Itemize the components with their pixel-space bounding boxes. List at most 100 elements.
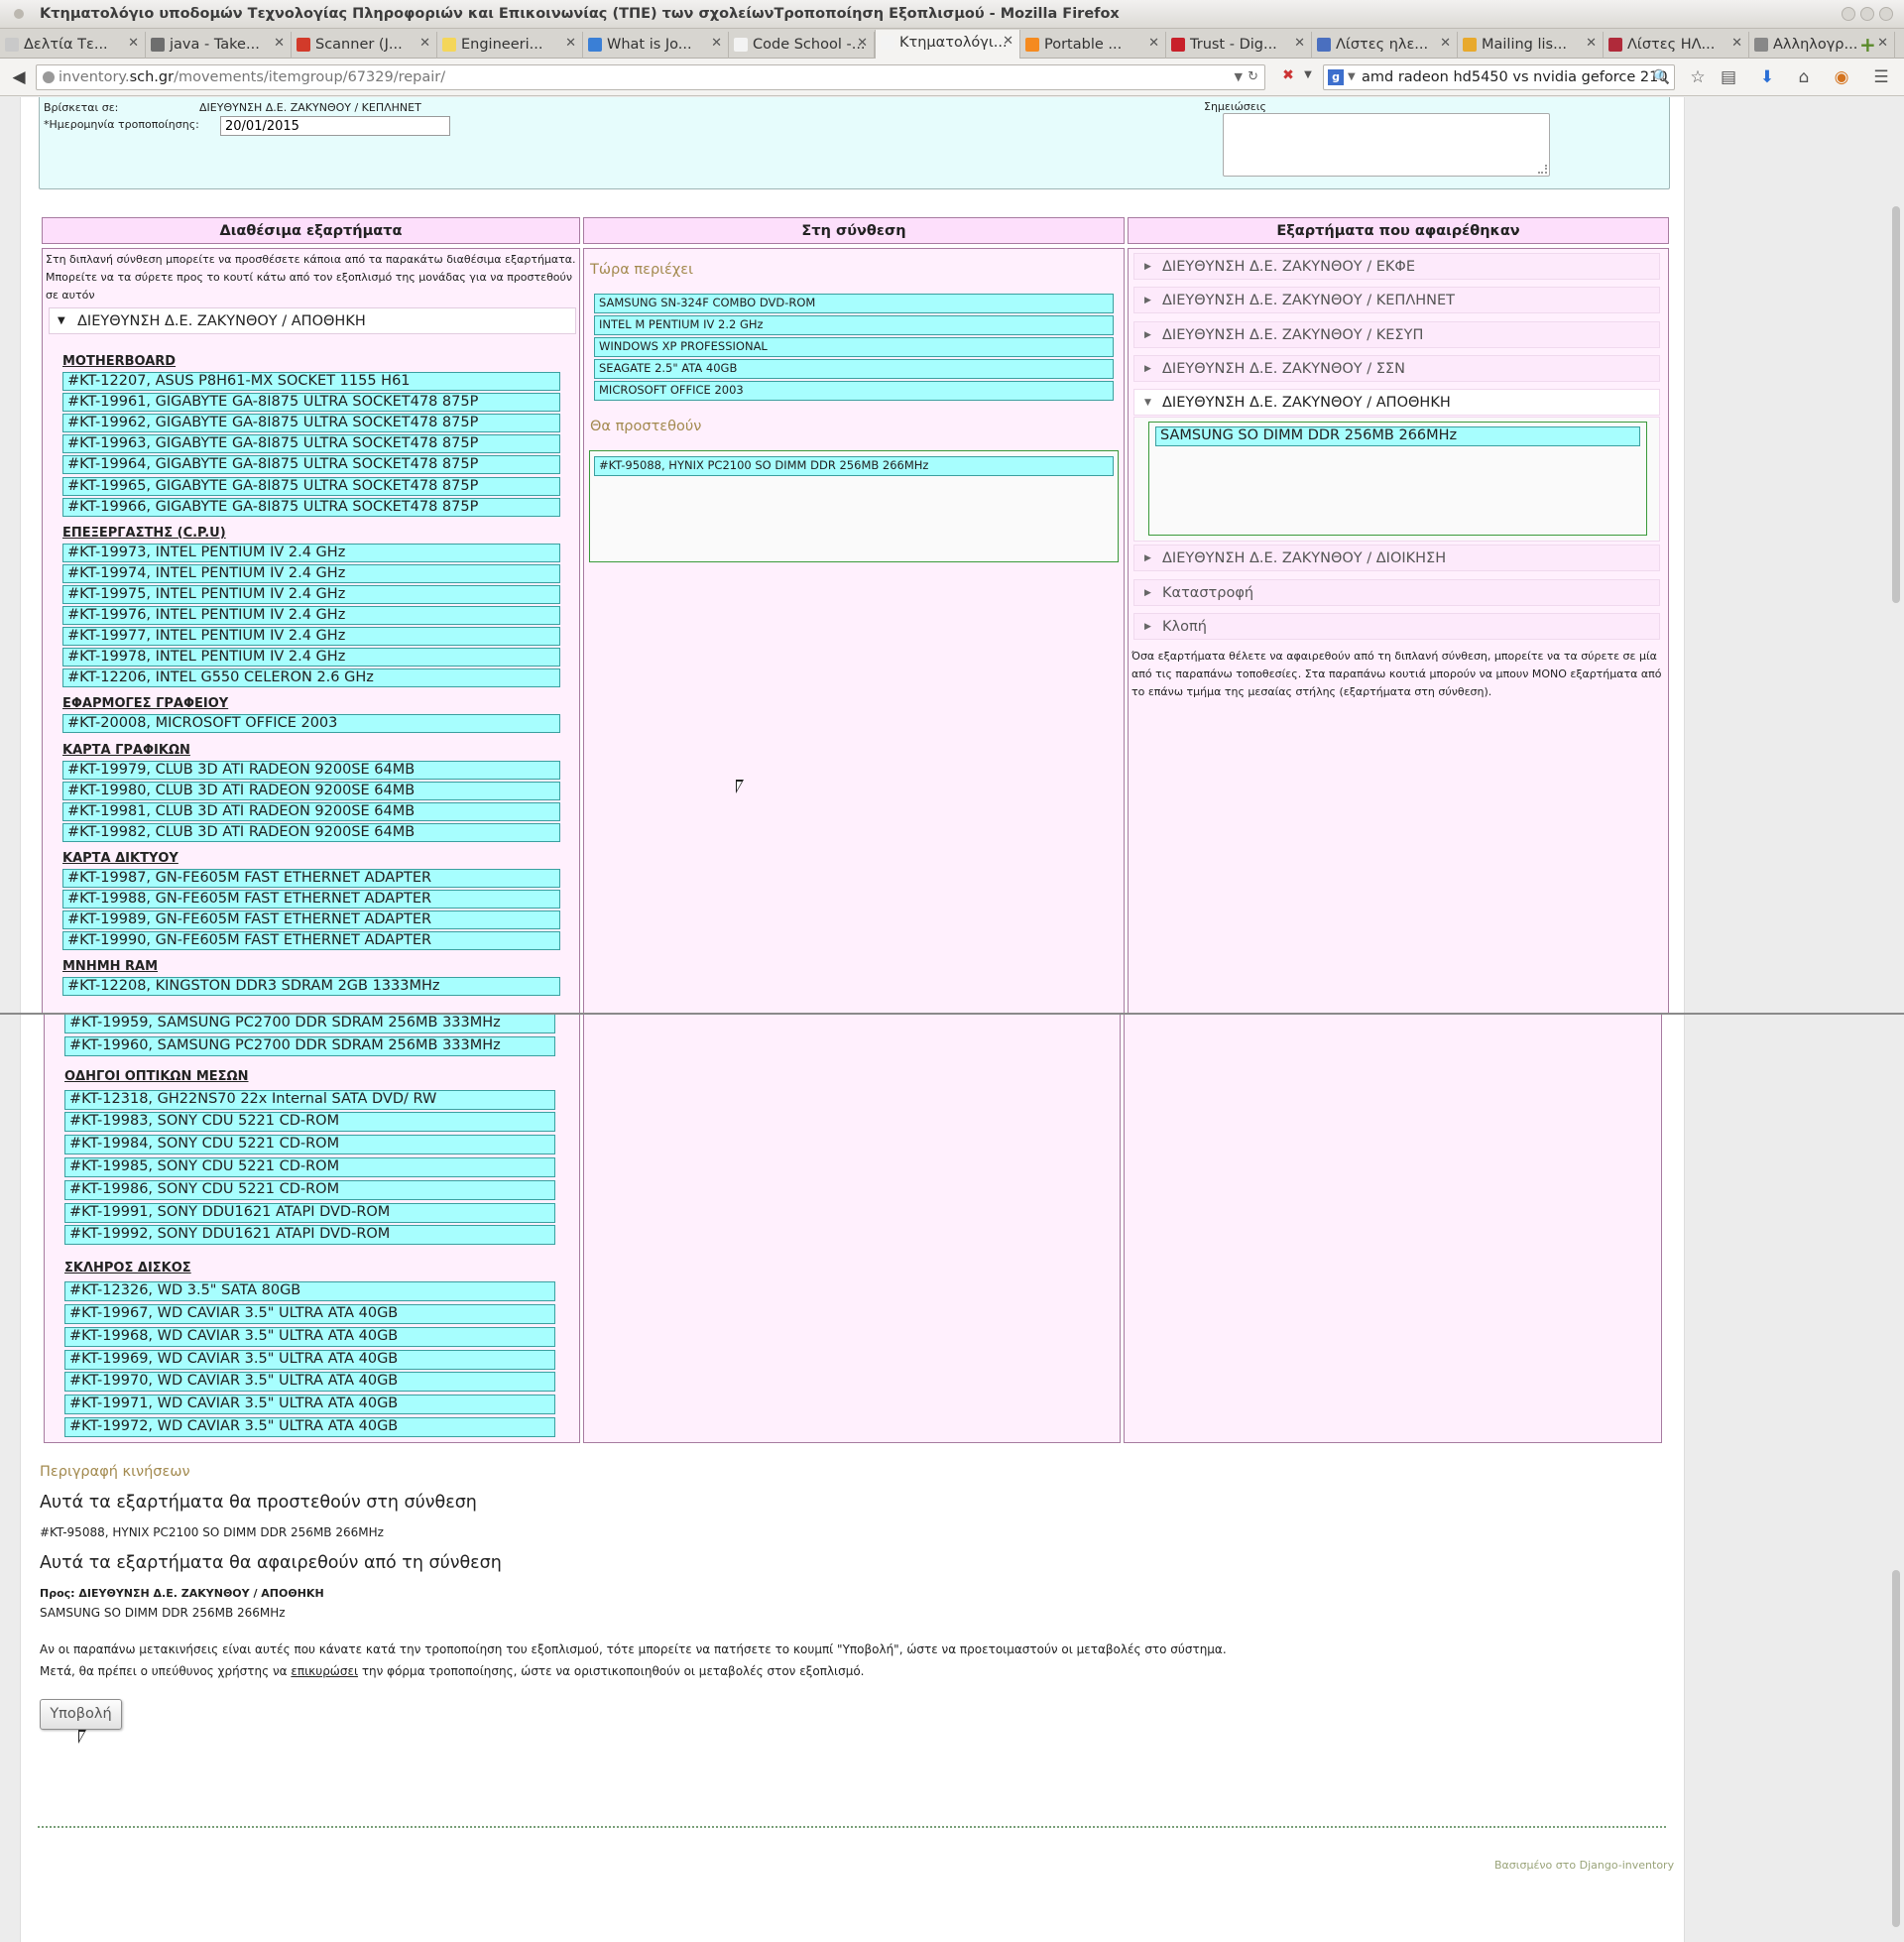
- browser-tab[interactable]: Κτηματολόγι... ✕: [875, 30, 1020, 59]
- browser-tab[interactable]: What is Jo... ✕: [583, 32, 729, 59]
- home-icon[interactable]: ⌂: [1793, 66, 1815, 88]
- available-item[interactable]: #KT-19966, GIGABYTE GA-8I875 ULTRA SOCKE…: [62, 497, 560, 517]
- available-item[interactable]: #KT-19984, SONY CDU 5221 CD-ROM: [64, 1135, 555, 1155]
- tab-close-icon[interactable]: ✕: [128, 36, 139, 51]
- removed-location-row[interactable]: ▶ ΔΙΕΥΘΥΝΣΗ Δ.Ε. ΖΑΚΥΝΘΟΥ / ΔΙΟΙΚΗΣΗ: [1133, 545, 1660, 572]
- firefox-sync-icon[interactable]: ◉: [1831, 66, 1852, 88]
- tab-close-icon[interactable]: ✕: [1586, 36, 1597, 51]
- search-engine-dropdown-icon[interactable]: ▼: [1348, 65, 1356, 89]
- browser-tab[interactable]: Αλληλογρ... ✕: [1749, 32, 1895, 59]
- tab-close-icon[interactable]: ✕: [1877, 36, 1888, 51]
- date-input[interactable]: [220, 116, 450, 136]
- browser-tab[interactable]: Scanner (J... ✕: [292, 32, 437, 59]
- available-item[interactable]: #KT-19975, INTEL PENTIUM IV 2.4 GHz: [62, 584, 560, 604]
- removed-location-row[interactable]: ▶ ΔΙΕΥΘΥΝΣΗ Δ.Ε. ΖΑΚΥΝΘΟΥ / ΕΚΦΕ: [1133, 253, 1660, 280]
- removed-location-row[interactable]: ▼ ΔΙΕΥΘΥΝΣΗ Δ.Ε. ΖΑΚΥΝΘΟΥ / ΑΠΟΘΗΚΗ: [1133, 389, 1660, 417]
- available-item[interactable]: #KT-19972, WD CAVIAR 3.5" ULTRA ATA 40GB: [64, 1417, 555, 1437]
- available-item[interactable]: #KT-19980, CLUB 3D ATI RADEON 9200SE 64M…: [62, 781, 560, 800]
- confirm-link[interactable]: επικυρώσει: [291, 1664, 358, 1678]
- available-item[interactable]: #KT-19988, GN-FE605M FAST ETHERNET ADAPT…: [62, 890, 560, 909]
- available-item[interactable]: #KT-19962, GIGABYTE GA-8I875 ULTRA SOCKE…: [62, 414, 560, 433]
- composition-item[interactable]: MICROSOFT OFFICE 2003: [594, 381, 1114, 401]
- available-item[interactable]: #KT-19986, SONY CDU 5221 CD-ROM: [64, 1179, 555, 1200]
- minimize-icon[interactable]: [1842, 7, 1855, 21]
- addon-block-icon[interactable]: ✖: [1279, 66, 1297, 84]
- menu-icon[interactable]: ☰: [1870, 66, 1892, 88]
- removed-location-row[interactable]: ▶ ΔΙΕΥΘΥΝΣΗ Δ.Ε. ΖΑΚΥΝΘΟΥ / ΚΕΠΛΗΝΕΤ: [1133, 287, 1660, 314]
- browser-tab[interactable]: Λίστες ηλε... ✕: [1312, 32, 1458, 59]
- lower-scrollbar[interactable]: [1890, 1015, 1902, 1942]
- tab-close-icon[interactable]: ✕: [711, 36, 722, 51]
- upper-scrollbar[interactable]: [1890, 97, 1902, 1013]
- available-item[interactable]: #KT-19969, WD CAVIAR 3.5" ULTRA ATA 40GB: [64, 1349, 555, 1370]
- removed-location-row[interactable]: ▶ Καταστροφή: [1133, 578, 1660, 606]
- available-item[interactable]: #KT-19987, GN-FE605M FAST ETHERNET ADAPT…: [62, 868, 560, 888]
- upper-scrollbar-thumb[interactable]: [1892, 206, 1900, 603]
- available-item[interactable]: #KT-19963, GIGABYTE GA-8I875 ULTRA SOCKE…: [62, 434, 560, 454]
- available-item[interactable]: #KT-19959, SAMSUNG PC2700 DDR SDRAM 256M…: [64, 1015, 555, 1033]
- available-item[interactable]: #KT-12326, WD 3.5" SATA 80GB: [64, 1281, 555, 1302]
- composition-item[interactable]: SEAGATE 2.5" ATA 40GB: [594, 359, 1114, 379]
- removed-location-row[interactable]: ▶ Κλοπή: [1133, 612, 1660, 640]
- removed-item[interactable]: SAMSUNG SO DIMM DDR 256MB 266MHz: [1155, 426, 1640, 447]
- available-item[interactable]: #KT-12208, KINGSTON DDR3 SDRAM 2GB 1333M…: [62, 977, 560, 997]
- back-icon[interactable]: ◀: [6, 65, 32, 89]
- tab-close-icon[interactable]: ✕: [274, 36, 285, 51]
- removed-location-row[interactable]: ▶ ΔΙΕΥΘΥΝΣΗ Δ.Ε. ΖΑΚΥΝΘΟΥ / ΚΕΣΥΠ: [1133, 320, 1660, 348]
- removed-dropzone[interactable]: SAMSUNG SO DIMM DDR 256MB 266MHz: [1148, 422, 1647, 537]
- browser-tab[interactable]: Trust - Dig... ✕: [1166, 32, 1312, 59]
- browser-tab[interactable]: java - Take... ✕: [146, 32, 292, 59]
- composition-item[interactable]: INTEL M PENTIUM IV 2.2 GHz: [594, 315, 1114, 335]
- browser-tab[interactable]: Engineeri... ✕: [437, 32, 583, 59]
- available-item[interactable]: #KT-19976, INTEL PENTIUM IV 2.4 GHz: [62, 606, 560, 625]
- bookmarks-list-icon[interactable]: ▤: [1718, 66, 1739, 88]
- available-item[interactable]: #KT-20008, MICROSOFT OFFICE 2003: [62, 714, 560, 734]
- composition-item[interactable]: SAMSUNG SN-324F COMBO DVD-ROM: [594, 294, 1114, 313]
- search-box[interactable]: g ▼ amd radeon hd5450 vs nvidia geforce …: [1323, 64, 1675, 90]
- available-item[interactable]: #KT-19965, GIGABYTE GA-8I875 ULTRA SOCKE…: [62, 476, 560, 496]
- tab-close-icon[interactable]: ✕: [857, 36, 868, 51]
- tab-close-icon[interactable]: ✕: [1294, 36, 1305, 51]
- available-item[interactable]: #KT-19981, CLUB 3D ATI RADEON 9200SE 64M…: [62, 801, 560, 821]
- tab-close-icon[interactable]: ✕: [565, 36, 576, 51]
- available-item[interactable]: #KT-19970, WD CAVIAR 3.5" ULTRA ATA 40GB: [64, 1372, 555, 1393]
- available-item[interactable]: #KT-19983, SONY CDU 5221 CD-ROM: [64, 1112, 555, 1133]
- available-item[interactable]: #KT-19977, INTEL PENTIUM IV 2.4 GHz: [62, 627, 560, 647]
- lower-scrollbar-thumb[interactable]: [1892, 1570, 1900, 1927]
- available-item[interactable]: #KT-12207, ASUS P8H61-MX SOCKET 1155 H61: [62, 372, 560, 391]
- browser-tab[interactable]: Code School -... ✕: [729, 32, 875, 59]
- tab-close-icon[interactable]: ✕: [419, 36, 430, 51]
- search-icon[interactable]: 🔍: [1653, 65, 1670, 89]
- maximize-icon[interactable]: [1860, 7, 1874, 21]
- available-item[interactable]: #KT-19985, SONY CDU 5221 CD-ROM: [64, 1157, 555, 1177]
- available-item[interactable]: #KT-19978, INTEL PENTIUM IV 2.4 GHz: [62, 648, 560, 668]
- available-item[interactable]: #KT-12206, INTEL G550 CELERON 2.6 GHz: [62, 668, 560, 688]
- available-item[interactable]: #KT-19973, INTEL PENTIUM IV 2.4 GHz: [62, 543, 560, 562]
- browser-tab[interactable]: Λίστες ΗΛ... ✕: [1604, 32, 1749, 59]
- search-engine-icon[interactable]: g: [1328, 69, 1344, 85]
- browser-tab[interactable]: Δελτία Τε... ✕: [0, 32, 146, 59]
- downloads-icon[interactable]: ⬇: [1756, 66, 1778, 88]
- available-location-header[interactable]: ▼ ΔΙΕΥΘΥΝΣΗ Δ.Ε. ΖΑΚΥΝΘΟΥ / ΑΠΟΘΗΚΗ: [49, 307, 576, 334]
- available-item[interactable]: #KT-19990, GN-FE605M FAST ETHERNET ADAPT…: [62, 931, 560, 951]
- browser-tab[interactable]: Mailing lis... ✕: [1458, 32, 1604, 59]
- available-item[interactable]: #KT-19991, SONY DDU1621 ATAPI DVD-ROM: [64, 1202, 555, 1223]
- url-bar[interactable]: inventory.sch.gr/movements/itemgroup/673…: [36, 64, 1265, 90]
- available-item[interactable]: #KT-19974, INTEL PENTIUM IV 2.4 GHz: [62, 563, 560, 583]
- to-add-item[interactable]: #KT-95088, HYNIX PC2100 SO DIMM DDR 256M…: [594, 456, 1114, 476]
- available-item[interactable]: #KT-19964, GIGABYTE GA-8I875 ULTRA SOCKE…: [62, 455, 560, 475]
- tab-close-icon[interactable]: ✕: [1148, 36, 1159, 51]
- site-identity-icon[interactable]: [43, 71, 55, 83]
- available-item[interactable]: #KT-19982, CLUB 3D ATI RADEON 9200SE 64M…: [62, 822, 560, 842]
- available-item[interactable]: #KT-19989, GN-FE605M FAST ETHERNET ADAPT…: [62, 910, 560, 930]
- removed-location-row[interactable]: ▶ ΔΙΕΥΘΥΝΣΗ Δ.Ε. ΖΑΚΥΝΘΟΥ / ΣΣΝ: [1133, 354, 1660, 382]
- available-item[interactable]: #KT-19960, SAMSUNG PC2700 DDR SDRAM 256M…: [64, 1035, 555, 1056]
- available-item[interactable]: #KT-19992, SONY DDU1621 ATAPI DVD-ROM: [64, 1225, 555, 1246]
- addon-dropdown-icon[interactable]: ▼: [1299, 66, 1317, 84]
- available-item[interactable]: #KT-19961, GIGABYTE GA-8I875 ULTRA SOCKE…: [62, 393, 560, 413]
- available-item[interactable]: #KT-19967, WD CAVIAR 3.5" ULTRA ATA 40GB: [64, 1304, 555, 1324]
- window-menu-icon[interactable]: [14, 9, 24, 19]
- to-add-dropzone[interactable]: #KT-95088, HYNIX PC2100 SO DIMM DDR 256M…: [589, 450, 1119, 562]
- bookmark-star-icon[interactable]: ☆: [1687, 66, 1709, 88]
- available-item[interactable]: #KT-12318, GH22NS70 22x Internal SATA DV…: [64, 1089, 555, 1110]
